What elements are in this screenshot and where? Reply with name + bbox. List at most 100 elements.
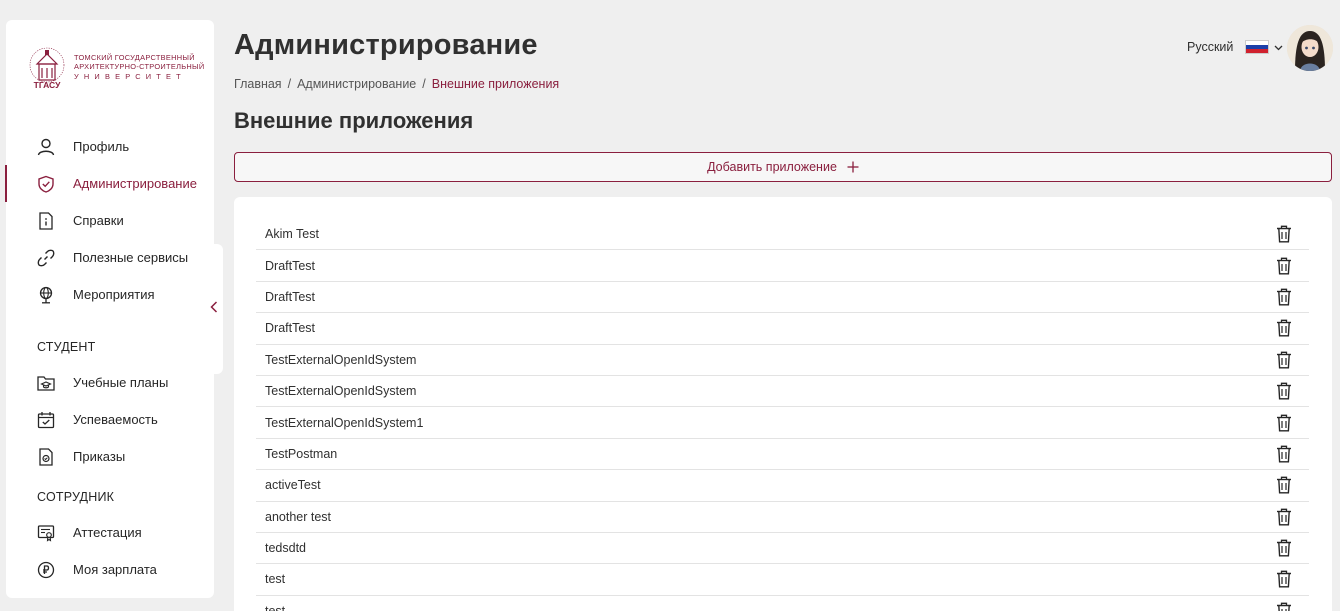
- application-name: TestExternalOpenIdSystem: [265, 384, 417, 399]
- sidebar-item-label: Мероприятия: [73, 287, 155, 302]
- application-name: tedsdtd: [265, 541, 307, 556]
- sidebar-item-label: Учебные планы: [73, 375, 169, 390]
- section-title-student: СТУДЕНТ: [37, 340, 96, 354]
- language-selector[interactable]: Русский: [1187, 40, 1283, 54]
- delete-button[interactable]: [1275, 287, 1293, 307]
- sidebar-item-attestation[interactable]: Аттестация: [6, 514, 214, 551]
- delete-button[interactable]: [1275, 569, 1293, 589]
- chevron-down-icon: [1274, 40, 1283, 54]
- breadcrumb-item-administration[interactable]: Администрирование: [297, 77, 416, 91]
- delete-button[interactable]: [1275, 318, 1293, 338]
- sidebar-item-performance[interactable]: Успеваемость: [6, 401, 214, 438]
- list-item[interactable]: tedsdtd: [256, 533, 1309, 565]
- delete-button[interactable]: [1275, 601, 1293, 611]
- university-logo[interactable]: ТГАСУ ТОМСКИЙ ГОСУДАРСТВЕННЫЙ АРХИТЕКТУР…: [26, 44, 204, 90]
- sidebar-item-certificates[interactable]: Справки: [6, 202, 214, 239]
- delete-button[interactable]: [1275, 381, 1293, 401]
- trash-icon: [1277, 508, 1291, 526]
- certificate-icon: [36, 523, 56, 543]
- delete-button[interactable]: [1275, 538, 1293, 558]
- trash-icon: [1277, 320, 1291, 337]
- trash-icon: [1277, 476, 1291, 494]
- add-application-label: Добавить приложение: [707, 160, 837, 174]
- trash-icon: [1277, 288, 1291, 306]
- delete-button[interactable]: [1275, 413, 1293, 433]
- sidebar-item-curricula[interactable]: Учебные планы: [6, 364, 214, 401]
- applications-list: Akim Test DraftTest DraftTest DraftTest …: [256, 219, 1309, 611]
- trash-icon: [1277, 351, 1291, 369]
- application-name: test: [265, 603, 286, 611]
- list-item[interactable]: TestPostman: [256, 439, 1309, 471]
- section-title-employee: СОТРУДНИК: [37, 490, 115, 504]
- sidebar-item-administration[interactable]: Администрирование: [5, 165, 214, 202]
- calendar-check-icon: [36, 410, 56, 430]
- delete-button[interactable]: [1275, 224, 1293, 244]
- delete-button[interactable]: [1275, 475, 1293, 495]
- delete-button[interactable]: [1275, 507, 1293, 527]
- list-item[interactable]: Akim Test: [256, 219, 1309, 251]
- globe-pin-icon: [36, 285, 56, 305]
- delete-button[interactable]: [1275, 444, 1293, 464]
- add-application-button[interactable]: Добавить приложение: [234, 152, 1332, 182]
- application-name: activeTest: [265, 478, 321, 493]
- breadcrumb: Главная / Администрирование / Внешние пр…: [234, 77, 559, 91]
- sidebar: ТГАСУ ТОМСКИЙ ГОСУДАРСТВЕННЫЙ АРХИТЕКТУР…: [5, 20, 214, 598]
- user-avatar[interactable]: [1287, 25, 1333, 71]
- list-item[interactable]: another test: [256, 502, 1309, 533]
- list-item[interactable]: activeTest: [256, 470, 1309, 502]
- sidebar-item-label: Профиль: [73, 139, 130, 154]
- info-document-icon: [36, 211, 56, 231]
- logo-text: ТОМСКИЙ ГОСУДАРСТВЕННЫЙ АРХИТЕКТУРНО-СТР…: [74, 53, 204, 81]
- list-item[interactable]: test: [256, 596, 1309, 611]
- trash-icon: [1277, 382, 1291, 400]
- sidebar-item-orders[interactable]: Приказы: [6, 438, 214, 475]
- logo-abbr: ТГАСУ: [34, 80, 61, 90]
- sidebar-item-label: Администрирование: [73, 176, 197, 191]
- link-icon: [36, 248, 56, 268]
- sidebar-item-useful-services[interactable]: Полезные сервисы: [6, 239, 214, 276]
- list-item[interactable]: TestExternalOpenIdSystem1: [256, 407, 1309, 439]
- delete-button[interactable]: [1275, 256, 1293, 276]
- shield-check-icon: [36, 174, 56, 194]
- logo-line-3: УНИВЕРСИТЕТ: [74, 71, 186, 81]
- application-name: another test: [265, 509, 332, 524]
- breadcrumb-item-current: Внешние приложения: [431, 77, 560, 91]
- sidebar-item-label: Успеваемость: [73, 412, 158, 427]
- list-item[interactable]: DraftTest: [256, 313, 1309, 345]
- application-name: TestExternalOpenIdSystem: [265, 352, 417, 367]
- folder-cap-icon: [36, 373, 56, 393]
- document-badge-icon: [36, 447, 56, 467]
- breadcrumb-item-home[interactable]: Главная: [234, 77, 282, 91]
- list-item[interactable]: DraftTest: [256, 250, 1309, 282]
- trash-icon: [1277, 602, 1291, 611]
- sidebar-item-label: Полезные сервисы: [73, 250, 189, 265]
- applications-list-card: Akim Test DraftTest DraftTest DraftTest …: [234, 197, 1332, 611]
- list-item[interactable]: TestExternalOpenIdSystem: [256, 376, 1309, 408]
- sidebar-item-label: Моя зарплата: [73, 562, 157, 577]
- trash-icon: [1277, 257, 1291, 275]
- page-title: Администрирование: [234, 29, 538, 61]
- ruble-icon: [36, 560, 56, 580]
- list-item[interactable]: DraftTest: [256, 282, 1309, 314]
- application-name: TestPostman: [265, 446, 338, 461]
- sidebar-collapse-button[interactable]: [205, 244, 223, 374]
- list-item[interactable]: TestExternalOpenIdSystem: [256, 345, 1309, 376]
- delete-button[interactable]: [1275, 350, 1293, 370]
- application-name: DraftTest: [265, 289, 316, 304]
- application-name: DraftTest: [265, 321, 316, 336]
- application-name: test: [265, 572, 286, 587]
- user-icon: [36, 137, 56, 157]
- logo-line-1: ТОМСКИЙ ГОСУДАРСТВЕННЫЙ: [74, 52, 195, 62]
- trash-icon: [1277, 414, 1291, 432]
- sidebar-item-events[interactable]: Мероприятия: [6, 276, 214, 313]
- trash-icon: [1277, 539, 1291, 557]
- sidebar-item-label: Справки: [73, 213, 124, 228]
- trash-icon: [1277, 445, 1291, 463]
- application-name: Akim Test: [265, 227, 319, 242]
- plus-icon: [847, 161, 859, 173]
- sidebar-item-salary[interactable]: Моя зарплата: [6, 551, 214, 588]
- sidebar-item-profile[interactable]: Профиль: [6, 128, 214, 165]
- list-item[interactable]: test: [256, 564, 1309, 596]
- application-name: DraftTest: [265, 258, 316, 273]
- trash-icon: [1277, 571, 1291, 588]
